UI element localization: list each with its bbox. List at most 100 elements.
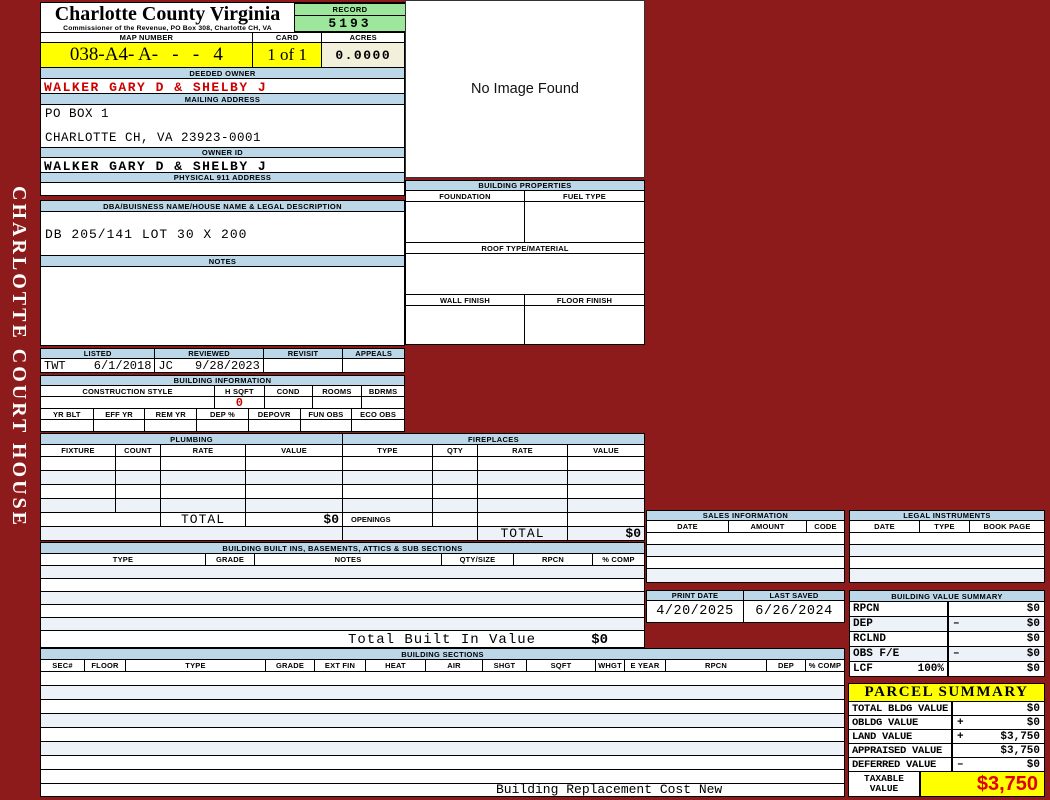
fireplaces-total-label: TOTAL — [478, 527, 568, 540]
mailing-line2: CHARLOTTE CH, VA 23923-0001 — [45, 131, 262, 145]
bvs-label: LCF — [853, 663, 873, 675]
openings-row: OPENINGS — [343, 513, 644, 527]
bvs-row-lcf: LCF 100% $0 — [850, 662, 1044, 676]
rooms-value — [313, 397, 363, 408]
bdrms-label: BDRMS — [368, 386, 398, 396]
effyr-label: EFF YR — [94, 409, 146, 419]
empty-cell — [116, 471, 161, 484]
remyr-label: REM YR — [145, 409, 198, 419]
print-date-label: PRINT DATE — [647, 591, 744, 600]
header-panel: Charlotte County Virginia Commissioner o… — [40, 2, 406, 196]
fireplaces-header: FIREPLACES — [343, 434, 644, 445]
bookpage-col-label: BOOK PAGE — [983, 522, 1031, 531]
empty-cell — [41, 457, 116, 470]
empty-cell — [406, 306, 525, 344]
dep-label: DEP % — [197, 409, 249, 419]
record-label: RECORD — [295, 4, 405, 16]
built-ins-row — [41, 592, 644, 605]
acres-label: ACRES — [349, 33, 377, 42]
empty-cell — [525, 202, 644, 242]
empty-cell — [478, 513, 568, 526]
map-number-value: 038-A4- A- - - 4 — [41, 43, 253, 67]
rooms-label: ROOMS — [313, 386, 363, 396]
last-saved-value: 6/26/2024 — [755, 604, 833, 619]
cond-label: COND — [265, 386, 313, 396]
acres-value: 0.0000 — [322, 43, 404, 67]
type-col-label: TYPE — [920, 521, 970, 532]
map-card-acres-labels: MAP NUMBER CARD ACRES — [41, 32, 404, 43]
dba-header: DBA/BUISNESS NAME/HOUSE NAME & LEGAL DES… — [41, 201, 404, 212]
last-saved-label: LAST SAVED — [744, 591, 844, 600]
empty-cell — [301, 420, 353, 431]
built-ins-row — [41, 605, 644, 618]
taxable-value-amount: $3,750 — [921, 772, 1044, 796]
qty-size-col-label: QTY/SIZE — [442, 554, 514, 565]
empty-cell — [343, 457, 433, 470]
built-ins-row — [41, 579, 644, 592]
empty-cell — [161, 499, 246, 512]
code-col-label: CODE — [814, 522, 837, 531]
legal-instruments-row — [850, 569, 1044, 582]
building-sections-row — [41, 728, 844, 742]
plumbing-row — [41, 457, 342, 471]
depovr-label: DEPOVR — [249, 409, 301, 419]
rate-col-label: RATE — [478, 445, 568, 456]
fireplaces-row — [343, 471, 644, 485]
taxable-value-row: TAXABLE VALUE $3,750 — [849, 772, 1044, 796]
parcel-summary-header: PARCEL SUMMARY — [849, 684, 1044, 702]
date-col-label: DATE — [647, 521, 729, 532]
listed-label: LISTED — [41, 349, 156, 358]
empty-cell — [433, 457, 478, 470]
empty-cell — [568, 485, 644, 498]
built-ins-total-row: Total Built In Value $0 — [41, 631, 644, 648]
deeded-owner-row: WALKER GARY D & SHELBY J — [41, 79, 404, 95]
parcel-summary-panel: PARCEL SUMMARY TOTAL BLDG VALUE $0 OBLDG… — [848, 683, 1045, 797]
bvs-pct: 100% — [917, 663, 944, 675]
title-row: Charlotte County Virginia Commissioner o… — [41, 3, 406, 32]
sec-col-label: SEC# — [41, 660, 85, 671]
empty-cell — [161, 457, 246, 470]
parcel-label: DEFERRED VALUE — [849, 758, 953, 771]
bvs-op: – — [953, 648, 960, 660]
parcel-row-appraised: APPRAISED VALUE $3,750 — [849, 744, 1044, 758]
empty-cell — [116, 499, 161, 512]
fireplaces-row — [343, 499, 644, 513]
empty-cell — [41, 420, 94, 431]
foundation-label: FOUNDATION — [406, 191, 525, 201]
parcel-row-obldg: OBLDG VALUE + $0 — [849, 716, 1044, 730]
sidebar-county-banner: CHARLOTTE COURT HOUSE — [8, 186, 30, 528]
sqft-col-label: SQFT — [527, 660, 596, 671]
map-card-acres-values: 038-A4- A- - - 4 1 of 1 0.0000 — [41, 43, 404, 68]
legal-description-value: DB 205/141 LOT 30 X 200 — [45, 227, 248, 242]
fireplaces-row — [343, 457, 644, 471]
empty-cell — [41, 471, 116, 484]
no-image-text: No Image Found — [470, 81, 579, 97]
parcel-op: – — [957, 758, 964, 771]
empty-cell — [433, 485, 478, 498]
extfin-col-label: EXT FIN — [315, 660, 366, 671]
parcel-label: LAND VALUE — [849, 730, 953, 743]
built-ins-row — [41, 566, 644, 579]
built-ins-total-value: $0 — [591, 632, 608, 648]
count-col-label: COUNT — [116, 445, 161, 456]
parcel-label: OBLDG VALUE — [849, 716, 953, 729]
empty-cell — [568, 471, 644, 484]
visits-panel: LISTED REVIEWED REVISIT APPEALS TWT 6/1/… — [40, 348, 405, 373]
deeded-owner-value: WALKER GARY D & SHELBY J — [44, 80, 268, 95]
fireplaces-panel: FIREPLACES TYPE QTY RATE VALUE OPENINGS … — [342, 433, 645, 541]
parcel-value: $3,750 — [1000, 744, 1040, 757]
grade-col-label: GRADE — [266, 660, 315, 671]
empty-cell — [249, 420, 301, 431]
notes-header: NOTES — [41, 256, 404, 267]
type-col-label: TYPE — [41, 554, 206, 565]
empty-cell — [246, 457, 342, 470]
plumbing-total-row: TOTAL $0 — [41, 513, 342, 527]
sales-row — [647, 545, 844, 557]
building-info-header: BUILDING INFORMATION — [41, 376, 404, 386]
listed-value: TWT 6/1/2018 — [41, 359, 156, 372]
plumbing-row — [41, 471, 342, 485]
reviewed-value: JC 9/28/2023 — [155, 359, 264, 372]
hsqft-value: 0 — [215, 397, 265, 408]
sales-info-header: SALES INFORMATION — [647, 511, 844, 521]
building-sections-row — [41, 756, 844, 770]
